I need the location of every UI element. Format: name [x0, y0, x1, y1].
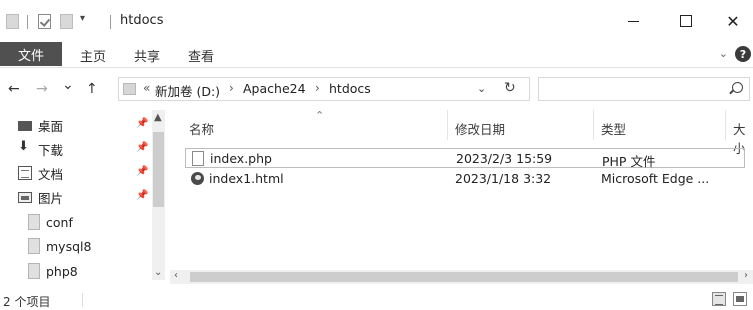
- details-view-icon[interactable]: [712, 292, 726, 306]
- navigation-pane: 桌面 📌 下载 📌 文档 📌 图片 📌 conf mysql8 php8 ▲ ⌄: [0, 110, 165, 290]
- sidebar-item-label: 文档: [38, 166, 64, 182]
- breadcrumb-separator[interactable]: ›: [229, 81, 234, 95]
- file-name: index1.html: [209, 171, 284, 186]
- scroll-up-icon[interactable]: ▲: [154, 112, 162, 123]
- pictures-icon: [18, 191, 32, 203]
- large-icons-view-icon[interactable]: [733, 292, 747, 306]
- properties-checkbox-icon[interactable]: [38, 14, 51, 29]
- column-header-name[interactable]: 名称: [189, 119, 214, 138]
- tab-share[interactable]: 共享: [134, 46, 160, 65]
- pin-icon[interactable]: 📌: [136, 166, 148, 177]
- new-folder-icon[interactable]: [60, 14, 73, 29]
- sidebar-item-label: conf: [46, 214, 73, 230]
- file-list-horizontal-scrollbar[interactable]: ‹ ›: [170, 270, 753, 284]
- status-divider: [82, 293, 83, 307]
- scroll-left-icon[interactable]: ‹: [174, 270, 178, 281]
- address-bar[interactable]: « 新加卷 (D:) › Apache24 › htdocs ⌄ ↻: [118, 77, 530, 101]
- table-row[interactable]: index.php 2023/2/3 15:59 PHP 文件: [185, 148, 745, 169]
- title-bar: ▾ htdocs ✕: [0, 0, 753, 40]
- column-divider[interactable]: [593, 110, 594, 140]
- pin-icon[interactable]: 📌: [136, 118, 148, 129]
- forward-button[interactable]: →: [36, 81, 48, 97]
- sidebar-item-php8[interactable]: php8: [28, 261, 78, 281]
- sidebar-item-conf[interactable]: conf: [28, 212, 73, 232]
- file-modified: 2023/1/18 3:32: [455, 171, 552, 186]
- folder-icon: [28, 263, 40, 279]
- column-divider[interactable]: [447, 110, 448, 140]
- desktop-icon: [18, 121, 32, 131]
- breadcrumb-separator[interactable]: ›: [315, 81, 320, 95]
- sidebar-item-label: 图片: [38, 190, 64, 206]
- pin-icon[interactable]: 📌: [136, 190, 148, 201]
- up-button[interactable]: ↑: [86, 81, 98, 97]
- close-button[interactable]: ✕: [710, 6, 753, 36]
- title-separator: [110, 15, 111, 29]
- address-history-chevron-icon[interactable]: ⌄: [477, 82, 486, 95]
- document-icon: [18, 166, 32, 180]
- status-bar: 2 个项目: [0, 290, 753, 310]
- address-overflow[interactable]: «: [143, 81, 150, 95]
- scrollbar-thumb[interactable]: [153, 132, 164, 207]
- sidebar-item-label: php8: [46, 263, 78, 279]
- file-name: index.php: [210, 151, 272, 166]
- sidebar-item-desktop[interactable]: 桌面: [18, 115, 63, 135]
- scroll-right-icon[interactable]: ›: [744, 270, 748, 281]
- column-header-row: 名称 ⌃ 修改日期 类型 大小: [165, 109, 753, 156]
- sidebar-item-downloads[interactable]: 下载: [18, 139, 63, 159]
- maximize-button[interactable]: [663, 6, 709, 36]
- download-icon: [18, 139, 32, 156]
- ribbon-tabs: 文件 主页 共享 查看 ⌄ ?: [0, 40, 753, 68]
- column-header-modified[interactable]: 修改日期: [455, 119, 505, 138]
- minimize-button[interactable]: [610, 6, 656, 36]
- file-type: PHP 文件: [602, 154, 656, 169]
- column-divider[interactable]: [725, 110, 726, 140]
- file-list: 名称 ⌃ 修改日期 类型 大小 index.php 2023/2/3 15:59…: [165, 109, 753, 290]
- pin-icon[interactable]: 📌: [136, 142, 148, 153]
- folder-icon: [28, 238, 40, 254]
- column-header-type[interactable]: 类型: [601, 119, 626, 138]
- item-count: 2 个项目: [3, 295, 51, 309]
- refresh-icon[interactable]: ↻: [504, 80, 516, 96]
- tab-file[interactable]: 文件: [0, 42, 62, 66]
- sidebar-item-pictures[interactable]: 图片: [18, 187, 63, 207]
- expand-ribbon-icon[interactable]: ⌄: [719, 47, 728, 60]
- navigation-bar: ← → ⌄ ↑ « 新加卷 (D:) › Apache24 › htdocs ⌄…: [0, 69, 753, 109]
- sort-ascending-icon: ⌃: [315, 109, 325, 122]
- customize-toolbar-dropdown-icon[interactable]: ▾: [80, 13, 85, 24]
- sidebar-item-documents[interactable]: 文档: [18, 163, 63, 183]
- tab-view[interactable]: 查看: [188, 46, 214, 65]
- table-row[interactable]: index1.html 2023/1/18 3:32 Microsoft Edg…: [185, 169, 745, 189]
- sidebar-item-mysql8[interactable]: mysql8: [28, 236, 91, 256]
- back-button[interactable]: ←: [8, 81, 20, 97]
- sidebar-item-label: mysql8: [46, 238, 92, 254]
- window-title: htdocs: [120, 13, 164, 28]
- scroll-down-icon[interactable]: ⌄: [154, 267, 162, 278]
- recent-locations-dropdown[interactable]: ⌄: [62, 77, 74, 93]
- edge-icon: [191, 172, 204, 185]
- file-modified: 2023/2/3 15:59: [456, 151, 553, 166]
- tab-home[interactable]: 主页: [80, 46, 106, 65]
- breadcrumb-apache24[interactable]: Apache24: [243, 81, 306, 96]
- scrollbar-thumb[interactable]: [190, 272, 738, 282]
- sidebar-item-label: 下载: [38, 142, 64, 158]
- file-type: Microsoft Edge ...: [601, 171, 710, 186]
- search-icon: [732, 82, 743, 93]
- folder-icon: [123, 83, 136, 95]
- search-input[interactable]: [538, 77, 750, 101]
- breadcrumb-drive[interactable]: 新加卷 (D:): [155, 81, 220, 100]
- sidebar-item-label: 桌面: [38, 118, 64, 134]
- quick-access-separator: [27, 15, 28, 29]
- help-icon[interactable]: ?: [735, 46, 751, 62]
- php-file-icon: [192, 151, 204, 166]
- breadcrumb-htdocs[interactable]: htdocs: [329, 81, 371, 96]
- folder-icon[interactable]: [6, 14, 19, 29]
- navigation-pane-scrollbar[interactable]: ▲ ⌄: [152, 110, 165, 280]
- folder-icon: [28, 214, 40, 230]
